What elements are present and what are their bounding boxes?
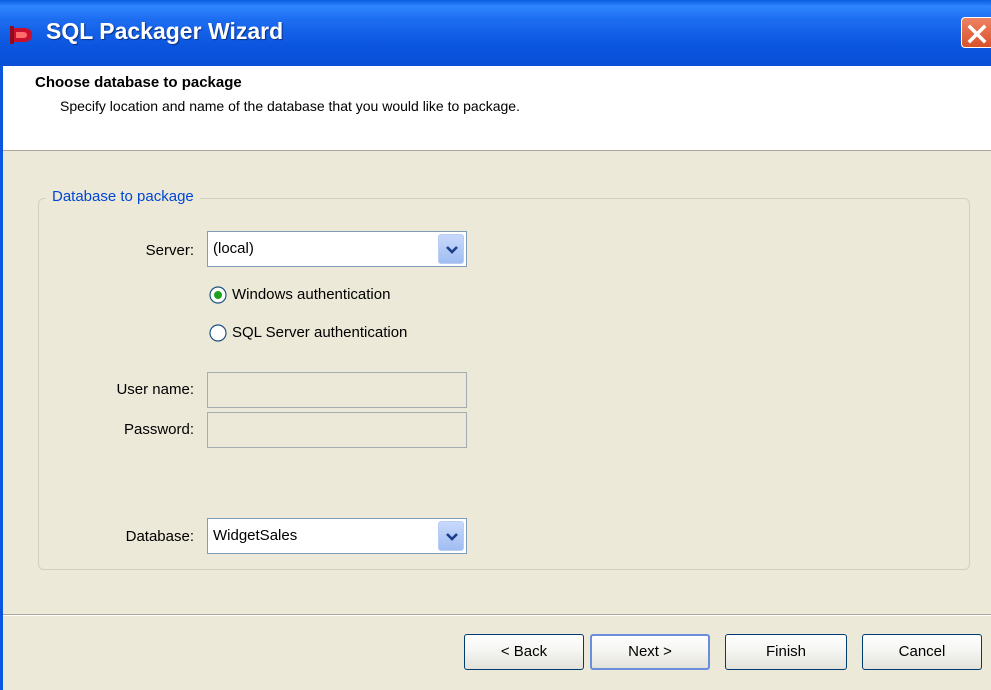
wizard-header: Choose database to package Specify locat… bbox=[3, 66, 991, 151]
windows-auth-radio[interactable] bbox=[209, 286, 227, 304]
next-button[interactable]: Next > bbox=[590, 634, 710, 670]
server-label: Server: bbox=[145, 242, 194, 259]
database-dropdown-button[interactable] bbox=[438, 521, 464, 551]
page-subtitle: Specify location and name of the databas… bbox=[60, 98, 520, 114]
close-button[interactable] bbox=[961, 17, 991, 48]
username-label: User name: bbox=[116, 381, 194, 398]
title-bar[interactable]: SQL Packager Wizard bbox=[0, 0, 991, 66]
window-title: SQL Packager Wizard bbox=[46, 18, 284, 44]
footer-separator bbox=[3, 614, 991, 616]
database-label: Database: bbox=[125, 528, 194, 545]
finish-button[interactable]: Finish bbox=[725, 634, 847, 670]
username-field[interactable] bbox=[207, 372, 467, 408]
windows-auth-label[interactable]: Windows authentication bbox=[232, 286, 390, 303]
close-icon bbox=[967, 24, 987, 44]
server-value: (local) bbox=[213, 240, 254, 257]
sql-packager-icon bbox=[10, 26, 32, 44]
server-dropdown-button[interactable] bbox=[438, 234, 464, 264]
database-value: WidgetSales bbox=[213, 527, 298, 544]
chevron-down-icon bbox=[446, 246, 458, 254]
back-button[interactable]: < Back bbox=[464, 634, 584, 670]
window-frame bbox=[0, 66, 3, 690]
password-field[interactable] bbox=[207, 412, 467, 448]
chevron-down-icon bbox=[446, 533, 458, 541]
password-label: Password: bbox=[123, 421, 194, 438]
wizard-window: SQL Packager Wizard Choose database to p… bbox=[0, 0, 991, 690]
groupbox-legend: Database to package bbox=[46, 188, 200, 205]
database-combobox[interactable]: WidgetSales bbox=[207, 518, 467, 554]
cancel-button[interactable]: Cancel bbox=[862, 634, 982, 670]
page-title: Choose database to package bbox=[35, 74, 242, 91]
server-combobox[interactable]: (local) bbox=[207, 231, 467, 267]
sql-auth-label[interactable]: SQL Server authentication bbox=[232, 324, 407, 341]
sql-auth-radio[interactable] bbox=[209, 324, 227, 342]
